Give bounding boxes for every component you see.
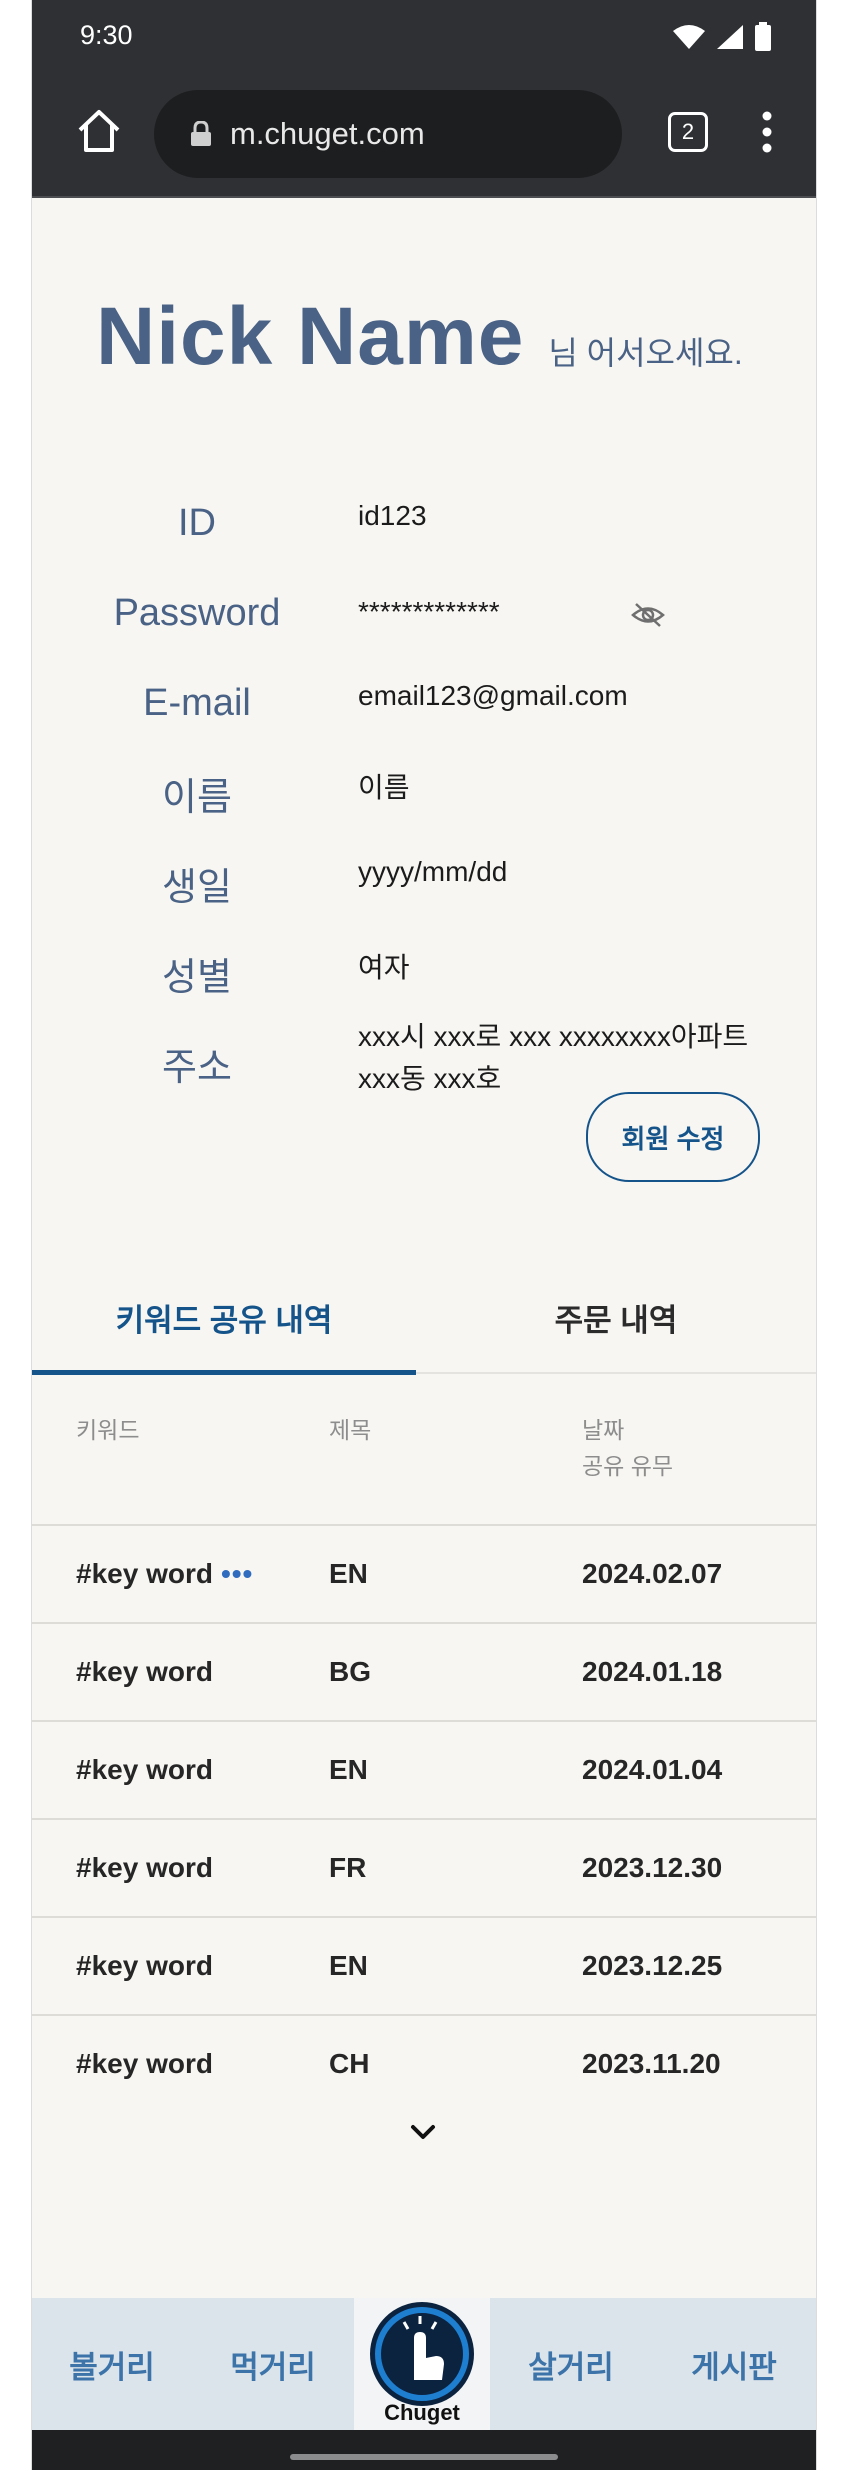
keyword-cell: #key word <box>76 2048 213 2079</box>
profile-value: id123 <box>358 500 427 531</box>
date-cell: 2023.12.30 <box>582 1852 723 1883</box>
home-icon[interactable] <box>74 106 124 156</box>
profile-label: 생일 <box>162 867 232 909</box>
status-bar: 9:30 <box>32 0 816 74</box>
battery-icon <box>755 22 771 51</box>
welcome-heading: Nick Name 님 어서오세요. <box>96 290 743 384</box>
profile-label: 성별 <box>162 957 232 999</box>
keyword-cell: #key word <box>76 1852 213 1883</box>
column-header-title: 제목 <box>329 1417 372 1443</box>
profile-label: 이름 <box>162 777 232 819</box>
profile-row-id: ID id123 <box>32 500 816 560</box>
keyword-cell: #key word <box>76 1656 213 1687</box>
profile-value: email123@gmail.com <box>358 680 628 711</box>
column-header-date: 날짜 공유 유무 <box>582 1412 673 1484</box>
eye-off-icon[interactable] <box>630 600 666 630</box>
title-cell: EN <box>329 1950 368 1981</box>
date-cell: 2024.01.04 <box>582 1754 723 1785</box>
home-logo-button[interactable]: Chuget <box>354 2298 490 2430</box>
title-cell: EN <box>329 1558 368 1589</box>
logo-icon <box>370 2302 474 2406</box>
chevron-down-icon[interactable] <box>408 2122 438 2142</box>
profile-value: yyyy/mm/dd <box>358 856 508 887</box>
profile-label: Password <box>113 592 281 634</box>
lock-icon <box>191 121 211 146</box>
browser-toolbar: m.chuget.com 2 <box>32 74 816 198</box>
tabs-icon: 2 <box>681 119 695 144</box>
profile-row-name: 이름 이름 <box>32 766 816 826</box>
address-line-1: xxx시 xxx로 xxx xxxxxxxx아파트 <box>358 1021 749 1052</box>
phone-screen: 9:30 m.chuget.com 2 Nick Name 님 어서오세요. I… <box>32 0 816 2470</box>
status-time: 9:30 <box>80 20 133 50</box>
menu-icon[interactable] <box>760 110 774 154</box>
profile-row-email: E-mail email123@gmail.com <box>32 680 816 740</box>
profile-row-birthday: 생일 yyyy/mm/dd <box>32 856 816 916</box>
logo-text: Chuget <box>384 2400 460 2425</box>
tabs-button[interactable]: 2 <box>668 112 708 152</box>
keyword-cell: #key word <box>76 1754 213 1785</box>
profile-row-gender: 성별 여자 <box>32 946 816 1006</box>
status-icons <box>672 22 772 52</box>
table-header: 키워드 제목 날짜 공유 유무 <box>32 1372 816 1526</box>
nav-item-shopping[interactable]: 살거리 <box>490 2298 652 2430</box>
more-icon[interactable]: ••• <box>221 1558 253 1590</box>
column-header-date-line2: 공유 유무 <box>582 1453 674 1479</box>
keyword-cell: #key word ••• <box>76 1526 253 1622</box>
nav-item-board[interactable]: 게시판 <box>652 2298 816 2430</box>
signal-icon <box>717 25 743 49</box>
column-header-keyword: 키워드 <box>76 1417 140 1443</box>
nav-item-sights[interactable]: 볼거리 <box>32 2298 192 2430</box>
nickname: Nick Name <box>96 291 525 382</box>
profile-label: 주소 <box>162 1047 232 1089</box>
profile-row-password: Password ************* <box>32 590 816 650</box>
profile-label: E-mail <box>143 682 251 724</box>
date-cell: 2023.12.25 <box>582 1950 723 1981</box>
column-header-date-line1: 날짜 <box>582 1417 625 1443</box>
title-cell: BG <box>329 1656 371 1687</box>
table-row[interactable]: #key word EN 2023.12.25 <box>32 1918 816 2016</box>
profile-value: 이름 <box>358 772 410 803</box>
url-text: m.chuget.com <box>230 116 425 151</box>
title-cell: EN <box>329 1754 368 1785</box>
address-line-2: xxx동 xxx호 <box>358 1063 502 1094</box>
profile-label: ID <box>178 502 216 544</box>
nav-item-food[interactable]: 먹거리 <box>192 2298 354 2430</box>
tab-bar: 키워드 공유 내역 주문 내역 <box>32 1262 816 1375</box>
tab-keyword-history[interactable]: 키워드 공유 내역 <box>32 1262 416 1372</box>
bottom-nav: 볼거리 먹거리 Chuget 살거리 게시판 <box>32 2298 816 2430</box>
tab-order-history[interactable]: 주문 내역 <box>416 1262 816 1372</box>
address-value: xxx시 xxx로 xxx xxxxxxxx아파트 xxx동 xxx호 <box>358 1016 748 1100</box>
keyword-text: #key word <box>76 1558 213 1589</box>
table-row[interactable]: #key word EN 2024.01.04 <box>32 1722 816 1820</box>
password-value: ************* <box>358 596 500 627</box>
welcome-suffix: 님 어서오세요. <box>548 335 743 371</box>
title-cell: FR <box>329 1852 367 1883</box>
table-row[interactable]: #key word FR 2023.12.30 <box>32 1820 816 1918</box>
keyword-cell: #key word <box>76 1950 213 1981</box>
gesture-handle[interactable] <box>290 2454 558 2460</box>
address-bar[interactable]: m.chuget.com <box>154 90 622 178</box>
table-row[interactable]: #key word CH 2023.11.20 <box>32 2016 816 2112</box>
table-row[interactable]: #key word BG 2024.01.18 <box>32 1624 816 1722</box>
date-cell: 2024.02.07 <box>582 1558 723 1589</box>
title-cell: CH <box>329 2048 370 2079</box>
date-cell: 2024.01.18 <box>582 1656 723 1687</box>
table-row[interactable]: #key word ••• EN 2024.02.07 <box>32 1526 816 1624</box>
date-cell: 2023.11.20 <box>582 2048 721 2079</box>
profile-value: 여자 <box>358 952 410 983</box>
edit-member-button[interactable]: 회원 수정 <box>586 1092 760 1182</box>
gesture-bar <box>32 2430 816 2470</box>
wifi-icon <box>673 25 705 49</box>
